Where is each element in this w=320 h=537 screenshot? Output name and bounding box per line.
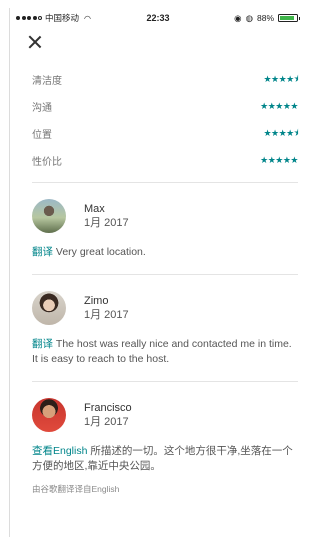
rating-label: 清洁度 <box>32 76 62 87</box>
review-item: Max 1月 2017 翻译 Very great location. <box>10 183 306 274</box>
star-rating-icon: ★★★★★ <box>260 101 298 111</box>
rating-row-communication: 沟通 ★★★★★ <box>32 93 306 120</box>
view-original-link[interactable]: 查看English <box>32 445 87 457</box>
reviewer-info: Francisco 1月 2017 <box>84 401 132 429</box>
review-header: Max 1月 2017 <box>32 199 298 233</box>
review-text: 翻译 The host was really nice and contacte… <box>32 337 298 367</box>
review-text: 翻译 Very great location. <box>32 245 298 260</box>
review-item: Zimo 1月 2017 翻译 The host was really nice… <box>10 275 306 381</box>
status-right: ◉ ◍ 88% <box>234 12 300 24</box>
battery-percent: 88% <box>256 13 274 23</box>
reviewer-name: Zimo <box>84 295 109 307</box>
rating-label: 沟通 <box>32 103 52 114</box>
alarm-icon: ◍ <box>245 12 253 23</box>
reviewer-info: Zimo 1月 2017 <box>84 294 129 322</box>
reviewer-info: Max 1月 2017 <box>84 202 129 230</box>
carrier-label: 中国移动 <box>45 13 80 23</box>
status-left: 中国移动 ◠ <box>16 12 91 24</box>
avatar[interactable] <box>32 291 66 325</box>
ratings-list: 清洁度 ★★★★⯨ 沟通 ★★★★★ 位置 ★★★★⯨ 性价比 ★★★★★ <box>10 56 306 182</box>
translation-note: 由谷歌翻译译自English <box>32 484 120 494</box>
signal-icon <box>16 16 42 20</box>
battery-icon <box>278 14 300 22</box>
review-date: 1月 2017 <box>84 416 129 428</box>
review-body: The host was really nice and contacted m… <box>32 338 292 365</box>
avatar[interactable] <box>32 398 66 432</box>
star-rating-icon: ★★★★★ <box>260 155 298 165</box>
status-bar: 中国移动 ◠ 22:33 ◉ ◍ 88% <box>10 8 306 28</box>
review-date: 1月 2017 <box>84 217 129 229</box>
location-icon: ◉ <box>234 12 242 23</box>
reviewer-name: Max <box>84 203 105 215</box>
review-body: Very great location. <box>53 246 146 258</box>
review-header: Francisco 1月 2017 <box>32 398 298 432</box>
rating-label: 性价比 <box>32 157 62 168</box>
translate-link[interactable]: 翻译 <box>32 338 53 350</box>
rating-label: 位置 <box>32 130 52 141</box>
review-date: 1月 2017 <box>84 309 129 321</box>
translate-link[interactable]: 翻译 <box>32 246 53 258</box>
nav-bar <box>10 28 306 56</box>
rating-row-location: 位置 ★★★★⯨ <box>32 120 306 147</box>
battery-fill <box>280 16 295 20</box>
avatar[interactable] <box>32 199 66 233</box>
review-header: Zimo 1月 2017 <box>32 291 298 325</box>
close-icon[interactable] <box>28 35 42 49</box>
star-rating-icon: ★★★★⯨ <box>263 127 298 138</box>
reviewer-name: Francisco <box>84 402 132 414</box>
star-rating-icon: ★★★★⯨ <box>263 73 298 84</box>
review-text: 查看English 所描述的一切。这个地方很干净,坐落在一个方便的地区,靠近中央… <box>32 444 298 474</box>
wifi-icon: ◠ <box>84 13 91 23</box>
rating-row-value: 性价比 ★★★★★ <box>32 147 306 174</box>
app-screen: 中国移动 ◠ 22:33 ◉ ◍ 88% 清洁度 ★★★★⯨ 沟通 ★★★★★ … <box>9 8 306 537</box>
rating-row-cleanliness: 清洁度 ★★★★⯨ <box>32 66 306 93</box>
review-item: Francisco 1月 2017 查看English 所描述的一切。这个地方很… <box>10 382 306 509</box>
